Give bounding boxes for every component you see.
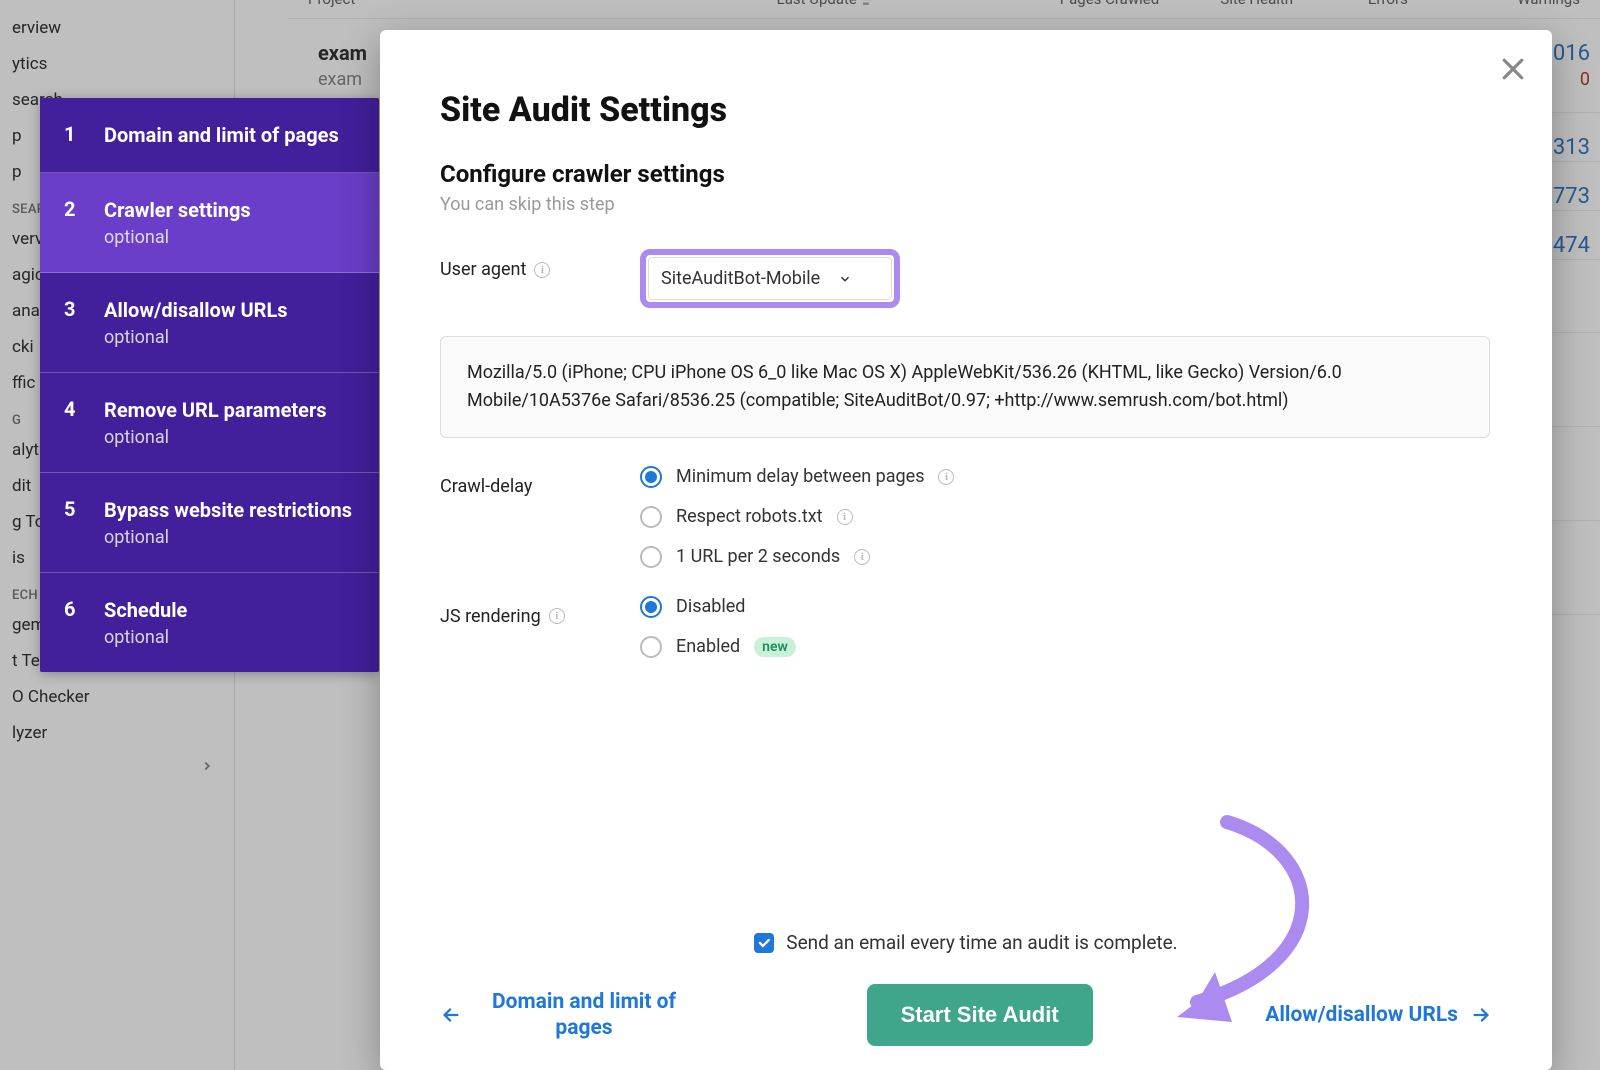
step-number: 3 <box>64 297 80 348</box>
step-title: Crawler settings <box>104 197 251 223</box>
crawl-delay-option[interactable]: Respect robots.txt i <box>640 506 1492 528</box>
crawl-delay-row: Crawl-delay Minimum delay between pages … <box>440 466 1492 568</box>
user-agent-string-box: Mozilla/5.0 (iPhone; CPU iPhone OS 6_0 l… <box>440 336 1490 438</box>
step-6[interactable]: 6 Schedule optional <box>40 573 379 672</box>
step-5[interactable]: 5 Bypass website restrictions optional <box>40 473 379 573</box>
radio-label: Respect robots.txt <box>676 506 823 527</box>
step-title: Bypass website restrictions <box>104 497 352 523</box>
email-checkbox-label: Send an email every time an audit is com… <box>786 931 1177 954</box>
js-rendering-label-text: JS rendering <box>440 606 541 627</box>
crawl-delay-label-text: Crawl-delay <box>440 476 532 497</box>
skip-step-text: You can skip this step <box>440 194 1492 215</box>
site-audit-settings-modal: Site Audit Settings Configure crawler se… <box>380 30 1552 1070</box>
js-rendering-option[interactable]: Disabled <box>640 596 1492 618</box>
crawl-delay-label: Crawl-delay <box>440 466 640 497</box>
step-title: Domain and limit of pages <box>104 122 339 148</box>
email-checkbox[interactable] <box>754 933 774 953</box>
crawl-delay-option[interactable]: 1 URL per 2 seconds i <box>640 546 1492 568</box>
user-agent-label-text: User agent <box>440 259 526 280</box>
user-agent-label: User agent i <box>440 249 640 280</box>
user-agent-row: User agent i SiteAuditBot-Mobile <box>440 249 1492 308</box>
step-optional: optional <box>104 427 327 448</box>
radio-label: 1 URL per 2 seconds <box>676 546 840 567</box>
step-3[interactable]: 3 Allow/disallow URLs optional <box>40 273 379 373</box>
step-2[interactable]: 2 Crawler settings optional <box>40 173 379 273</box>
radio-label: Minimum delay between pages <box>676 466 924 487</box>
step-optional: optional <box>104 527 352 548</box>
close-icon <box>1498 54 1528 84</box>
step-4[interactable]: 4 Remove URL parameters optional <box>40 373 379 473</box>
info-icon[interactable]: i <box>534 262 550 278</box>
email-notification-row: Send an email every time an audit is com… <box>440 931 1492 954</box>
modal-title: Site Audit Settings <box>440 90 1492 130</box>
radio-icon <box>640 466 662 488</box>
radio-label: Enabled <box>676 636 740 657</box>
arrow-left-icon <box>440 1004 462 1026</box>
check-icon <box>757 936 771 950</box>
step-number: 4 <box>64 397 80 448</box>
radio-icon <box>640 546 662 568</box>
js-rendering-label: JS rendering i <box>440 596 640 627</box>
step-optional: optional <box>104 227 251 248</box>
step-number: 1 <box>64 122 80 148</box>
radio-icon <box>640 506 662 528</box>
info-icon[interactable]: i <box>549 608 565 624</box>
step-number: 6 <box>64 597 80 648</box>
modal-footer: Send an email every time an audit is com… <box>440 931 1492 1046</box>
step-title: Allow/disallow URLs <box>104 297 288 323</box>
step-title: Remove URL parameters <box>104 397 327 423</box>
info-icon[interactable]: i <box>854 549 870 565</box>
step-optional: optional <box>104 327 288 348</box>
crawl-delay-option[interactable]: Minimum delay between pages i <box>640 466 1492 488</box>
js-rendering-option[interactable]: Enabled new <box>640 636 1492 658</box>
step-optional: optional <box>104 627 187 648</box>
info-icon[interactable]: i <box>837 509 853 525</box>
chevron-down-icon <box>838 272 852 286</box>
new-badge: new <box>754 637 796 657</box>
next-step-label: Allow/disallow URLs <box>1265 1003 1458 1027</box>
prev-step-button[interactable]: Domain and limit of pages <box>440 989 694 1042</box>
arrow-right-icon <box>1470 1004 1492 1026</box>
ua-string-row: Mozilla/5.0 (iPhone; CPU iPhone OS 6_0 l… <box>440 336 1492 438</box>
js-rendering-row: JS rendering i Disabled Enabled new <box>440 596 1492 658</box>
step-1[interactable]: 1 Domain and limit of pages <box>40 98 379 173</box>
info-icon[interactable]: i <box>938 469 954 485</box>
step-number: 5 <box>64 497 80 548</box>
radio-icon <box>640 596 662 618</box>
settings-stepper: 1 Domain and limit of pages 2 Crawler se… <box>40 98 379 672</box>
modal-subtitle: Configure crawler settings <box>440 160 1492 188</box>
step-number: 2 <box>64 197 80 248</box>
close-button[interactable] <box>1498 54 1528 84</box>
prev-step-label: Domain and limit of pages <box>474 989 694 1042</box>
user-agent-highlight: SiteAuditBot-Mobile <box>640 249 900 308</box>
step-title: Schedule <box>104 597 187 623</box>
radio-icon <box>640 636 662 658</box>
user-agent-value: SiteAuditBot-Mobile <box>661 268 820 289</box>
radio-label: Disabled <box>676 596 745 617</box>
user-agent-select[interactable]: SiteAuditBot-Mobile <box>648 257 892 300</box>
start-site-audit-button[interactable]: Start Site Audit <box>867 984 1093 1046</box>
next-step-button[interactable]: Allow/disallow URLs <box>1265 1003 1492 1027</box>
